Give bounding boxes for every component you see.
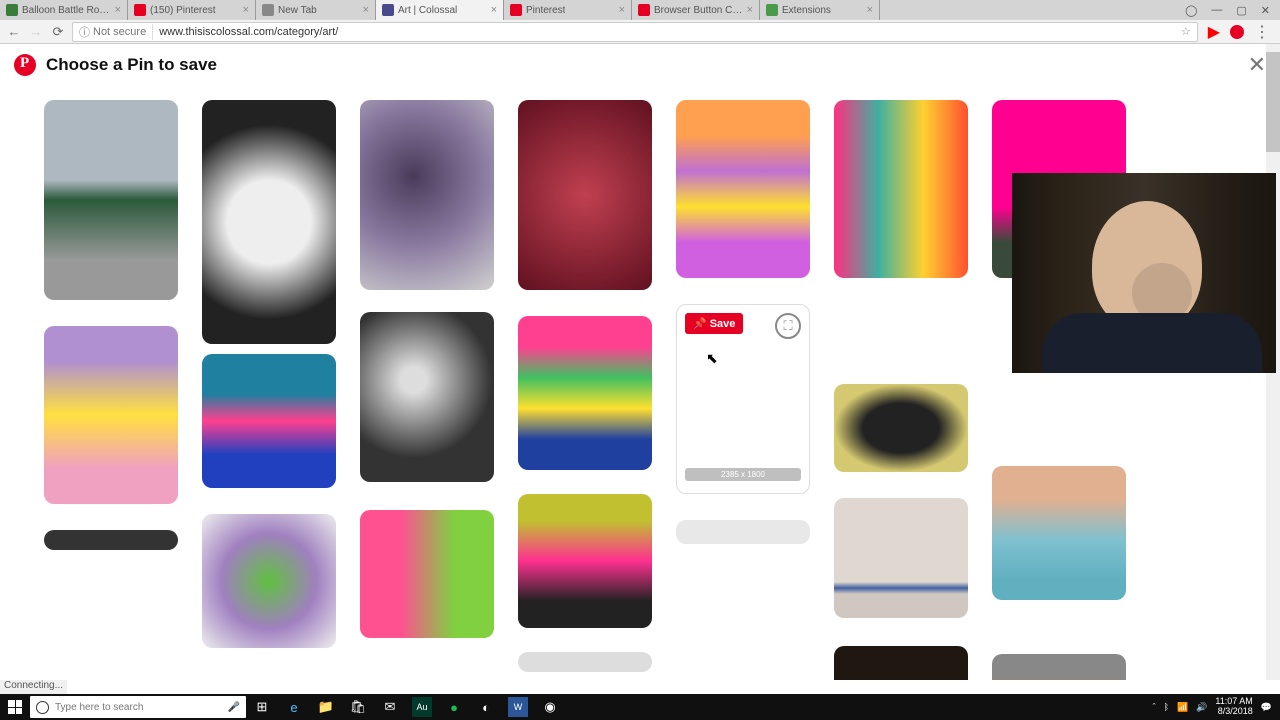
pin-card[interactable] — [834, 646, 968, 680]
user-icon[interactable]: ◯ — [1185, 4, 1197, 17]
tab-label: (150) Pinterest — [150, 5, 216, 16]
webcam-overlay — [1012, 173, 1276, 373]
pin-card[interactable] — [202, 100, 336, 344]
pinterest-logo-icon — [14, 54, 36, 76]
browser-tab[interactable]: Art | Colossal × — [376, 0, 504, 20]
browser-tab[interactable]: Balloon Battle Royale Sc × — [0, 0, 128, 20]
tab-label: New Tab — [278, 5, 317, 16]
tab-close-button[interactable]: × — [747, 4, 753, 16]
audition-icon[interactable]: Au — [412, 697, 432, 717]
pin-card[interactable] — [44, 100, 178, 300]
star-icon[interactable]: ☆ — [1181, 25, 1191, 38]
word-icon[interactable]: W — [508, 697, 528, 717]
pin-card[interactable] — [518, 652, 652, 672]
pin-card[interactable] — [360, 100, 494, 290]
browser-tab[interactable]: Extensions × — [760, 0, 880, 20]
favicon-icon — [134, 4, 146, 16]
image-dimensions: 2385 x 1800 — [685, 468, 801, 481]
tab-close-button[interactable]: × — [867, 4, 873, 16]
pin-card[interactable] — [834, 384, 968, 472]
tab-close-button[interactable]: × — [115, 4, 121, 16]
tab-label: Art | Colossal — [398, 5, 457, 16]
explorer-icon[interactable]: 📁 — [310, 694, 342, 720]
start-button[interactable] — [0, 694, 30, 720]
url-text: www.thisiscolossal.com/category/art/ — [159, 26, 338, 38]
pin-card[interactable] — [360, 662, 494, 680]
save-button[interactable]: 📌 Save — [685, 313, 743, 334]
close-picker-button[interactable]: ✕ — [1248, 52, 1266, 78]
tab-label: Balloon Battle Royale Sc — [22, 5, 111, 16]
pin-card[interactable] — [518, 316, 652, 470]
favicon-icon — [382, 4, 394, 16]
address-bar[interactable]: ⓘ Not secure www.thisiscolossal.com/cate… — [72, 22, 1198, 42]
pin-card[interactable] — [44, 530, 178, 550]
browser-tab[interactable]: (150) Pinterest × — [128, 0, 256, 20]
tab-close-button[interactable]: × — [491, 4, 497, 16]
maximize-button[interactable]: ▢ — [1236, 4, 1246, 17]
chrome-icon[interactable]: ◉ — [534, 694, 566, 720]
menu-icon[interactable]: ⋮ — [1254, 22, 1270, 42]
pinterest-ext-icon[interactable] — [1230, 25, 1244, 39]
youtube-ext-icon[interactable]: ▶ — [1208, 22, 1220, 42]
tab-close-button[interactable]: × — [243, 4, 249, 16]
obs-icon[interactable]: ◐ — [470, 694, 502, 720]
reload-button[interactable]: ⟳ — [50, 24, 66, 40]
pin-card[interactable] — [360, 312, 494, 482]
favicon-icon — [6, 4, 18, 16]
pin-icon: 📌 — [693, 317, 707, 330]
pin-card[interactable] — [518, 100, 652, 290]
tray-up-icon[interactable]: ˆ — [1153, 702, 1156, 712]
pin-card[interactable] — [202, 514, 336, 648]
browser-tab[interactable]: Pinterest × — [504, 0, 632, 20]
forward-button: → — [28, 24, 44, 40]
taskbar-search[interactable]: Type here to search 🎤 — [30, 696, 246, 718]
browser-tab[interactable]: Browser Button Confirma × — [632, 0, 760, 20]
browser-tab[interactable]: New Tab × — [256, 0, 376, 20]
minimize-button[interactable]: — — [1211, 4, 1222, 17]
pin-card-hovered[interactable]: 📌 Save 2385 x 1800 — [676, 304, 810, 494]
bluetooth-icon[interactable]: ᛒ — [1164, 702, 1169, 712]
task-view-button[interactable]: ⊞ — [246, 694, 278, 720]
favicon-icon — [638, 4, 650, 16]
mail-icon[interactable]: ✉ — [374, 694, 406, 720]
store-icon[interactable]: 🛍 — [342, 694, 374, 720]
pin-card[interactable] — [992, 654, 1126, 680]
tab-label: Extensions — [782, 5, 831, 16]
favicon-icon — [766, 4, 778, 16]
mic-icon[interactable]: 🎤 — [228, 702, 240, 713]
spotify-icon[interactable]: ● — [438, 694, 470, 720]
pin-card[interactable] — [834, 100, 968, 278]
tab-close-button[interactable]: × — [619, 4, 625, 16]
expand-button[interactable] — [775, 313, 801, 339]
volume-icon[interactable]: 🔊 — [1196, 702, 1207, 713]
notifications-icon[interactable]: 💬 — [1261, 702, 1272, 713]
clock[interactable]: 11:07 AM 8/3/2018 — [1215, 697, 1252, 717]
pin-card[interactable] — [834, 498, 968, 618]
pin-card[interactable] — [360, 510, 494, 638]
tab-label: Browser Button Confirma — [654, 5, 743, 16]
page-title: Choose a Pin to save — [46, 55, 1248, 75]
tab-close-button[interactable]: × — [363, 4, 369, 16]
pin-card[interactable] — [676, 100, 810, 278]
tab-label: Pinterest — [526, 5, 565, 16]
pin-card[interactable] — [992, 466, 1126, 600]
close-window-button[interactable]: ✕ — [1261, 4, 1270, 17]
pin-card[interactable] — [676, 520, 810, 544]
favicon-icon — [262, 4, 274, 16]
cortana-icon — [36, 701, 49, 714]
pin-card[interactable] — [202, 354, 336, 488]
favicon-icon — [510, 4, 522, 16]
security-indicator[interactable]: ⓘ Not secure — [79, 24, 153, 40]
pin-card[interactable] — [518, 494, 652, 628]
back-button[interactable]: ← — [6, 24, 22, 40]
pin-card[interactable] — [44, 326, 178, 504]
status-text: Connecting... — [0, 680, 67, 694]
edge-icon[interactable]: e — [278, 694, 310, 720]
network-icon[interactable]: 📶 — [1177, 702, 1188, 713]
